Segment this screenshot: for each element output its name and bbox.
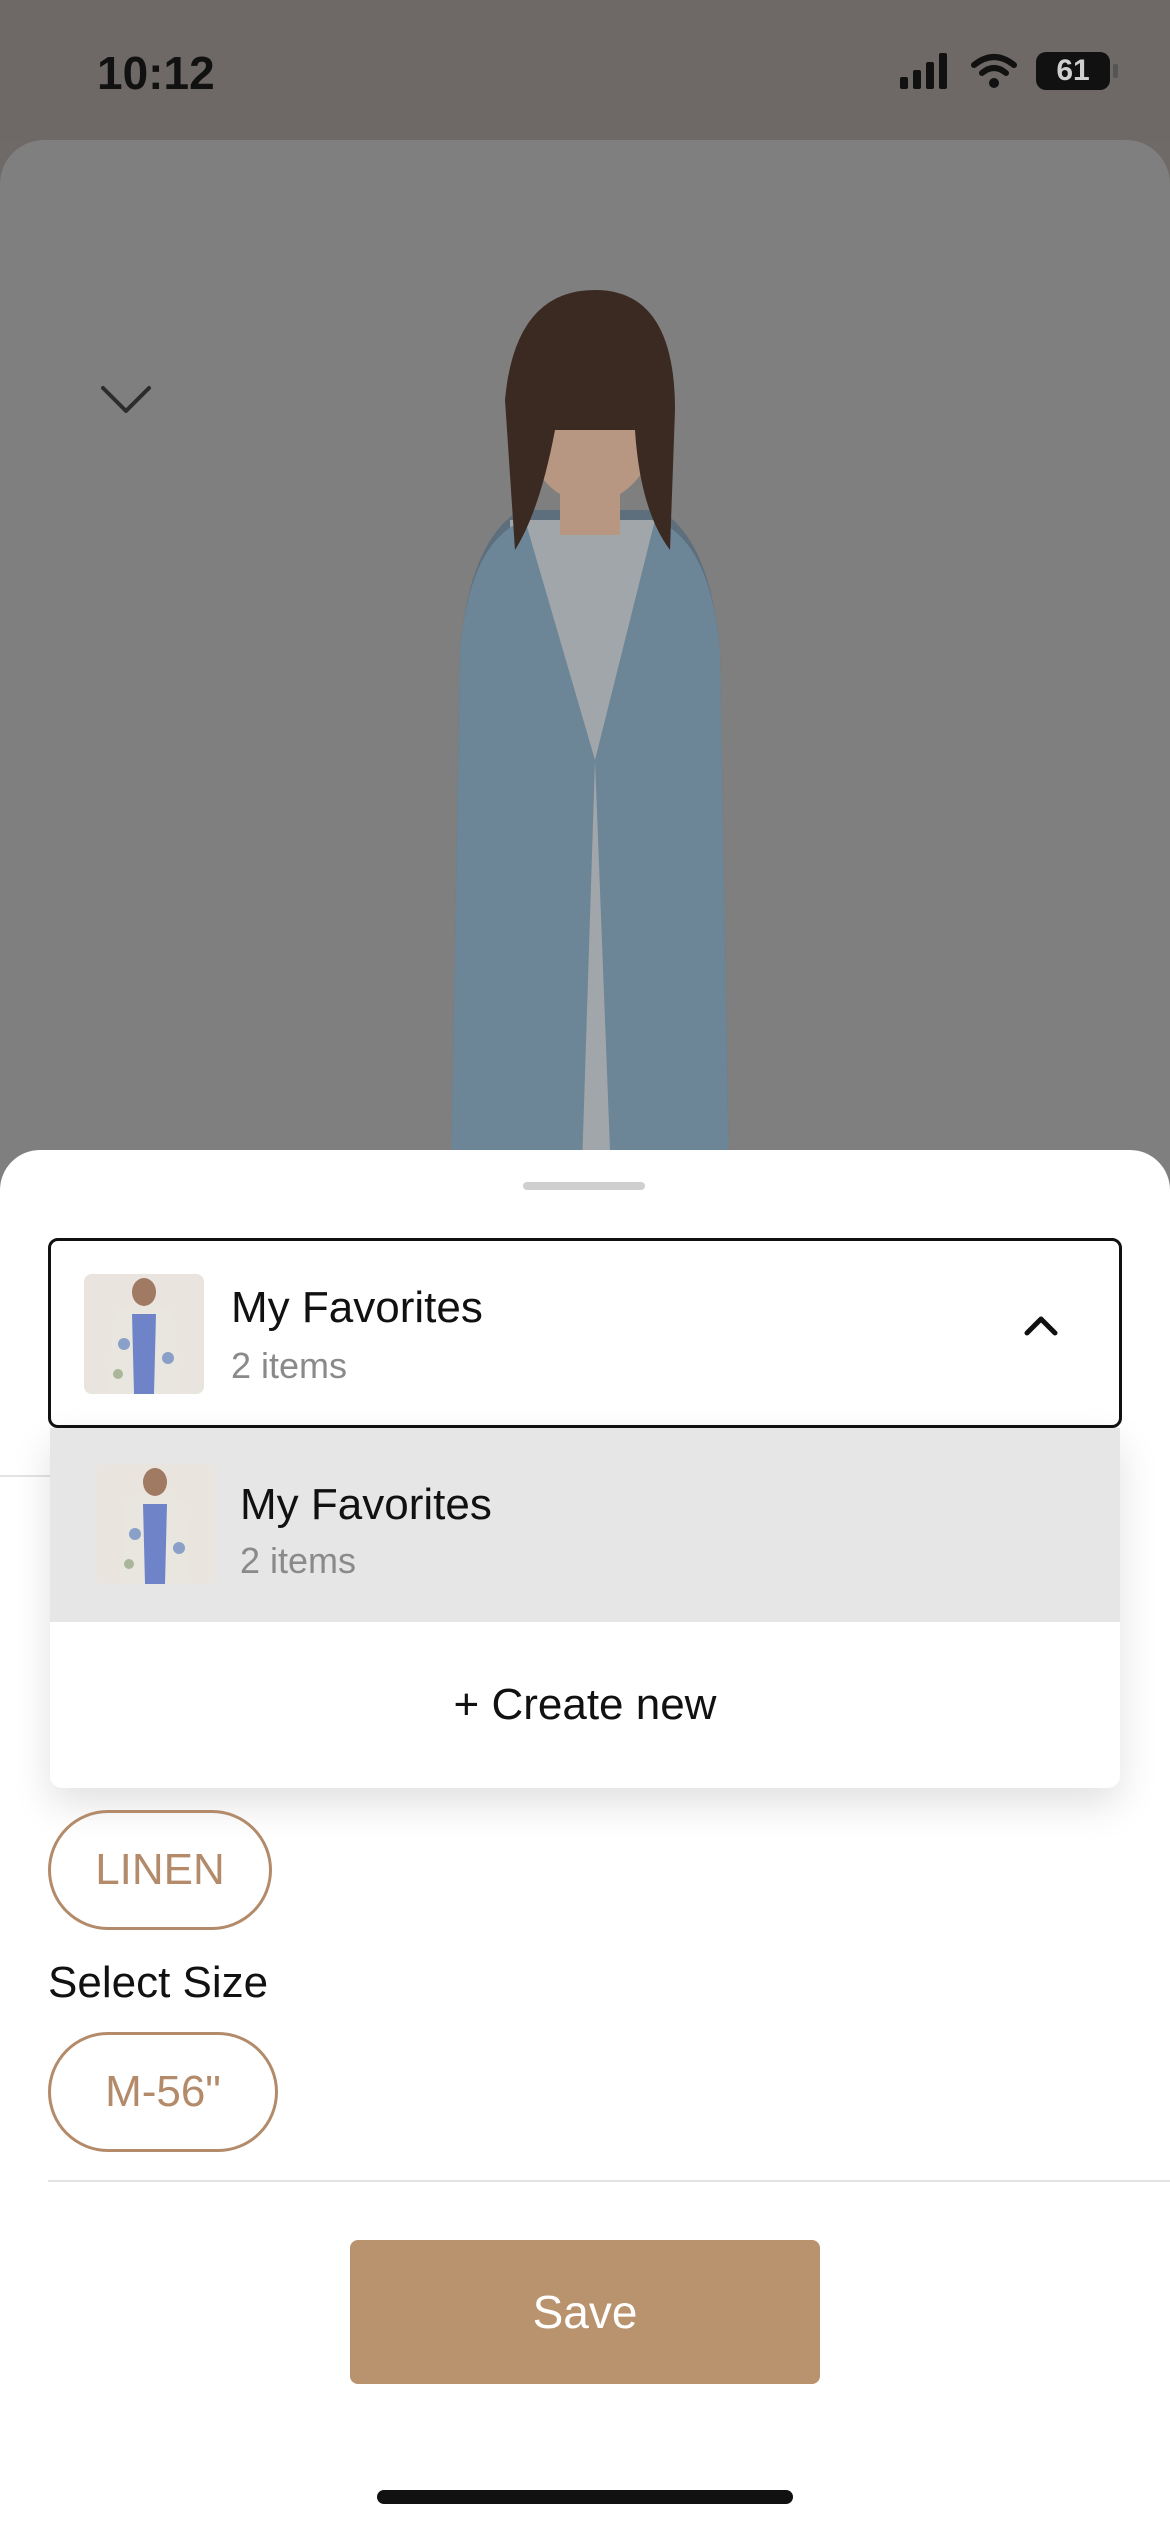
collection-option-list: My Favorites 2 items + Create new [50,1428,1120,1788]
select-size-label: Select Size [48,1958,269,2007]
collection-dropdown[interactable]: My Favorites 2 items [48,1238,1122,1428]
divider [48,2180,1170,2182]
create-new-collection-button[interactable]: + Create new [50,1622,1120,1788]
collection-thumbnail [84,1274,204,1394]
save-button[interactable]: Save [350,2240,820,2384]
chevron-up-icon[interactable] [1023,1313,1059,1337]
collection-thumbnail [95,1464,215,1584]
size-chip[interactable]: M-56" [48,2032,278,2152]
material-chip[interactable]: LINEN [48,1810,272,1930]
option-count: 2 items [240,1540,357,1581]
product-photo [450,290,730,1230]
status-bar: 10:12 61 [0,0,1170,142]
wifi-icon [971,54,1017,88]
sheet-grabber[interactable] [523,1182,645,1190]
status-icons: 61 [900,52,1118,90]
product-image-area [0,140,1170,1250]
chevron-down-icon[interactable] [100,385,152,415]
selected-collection-title: My Favorites [231,1283,483,1332]
add-to-collection-sheet: My Favorites 2 items My Favorites 2 item… [0,1150,1170,2532]
selected-collection-count: 2 items [231,1345,348,1386]
divider [0,1475,50,1477]
collection-option-my-favorites[interactable]: My Favorites 2 items [50,1428,1120,1622]
home-indicator [377,2490,793,2504]
battery-icon: 61 [1036,52,1118,90]
status-time: 10:12 [97,47,215,99]
option-title: My Favorites [240,1480,492,1529]
cellular-signal-icon [900,53,947,89]
